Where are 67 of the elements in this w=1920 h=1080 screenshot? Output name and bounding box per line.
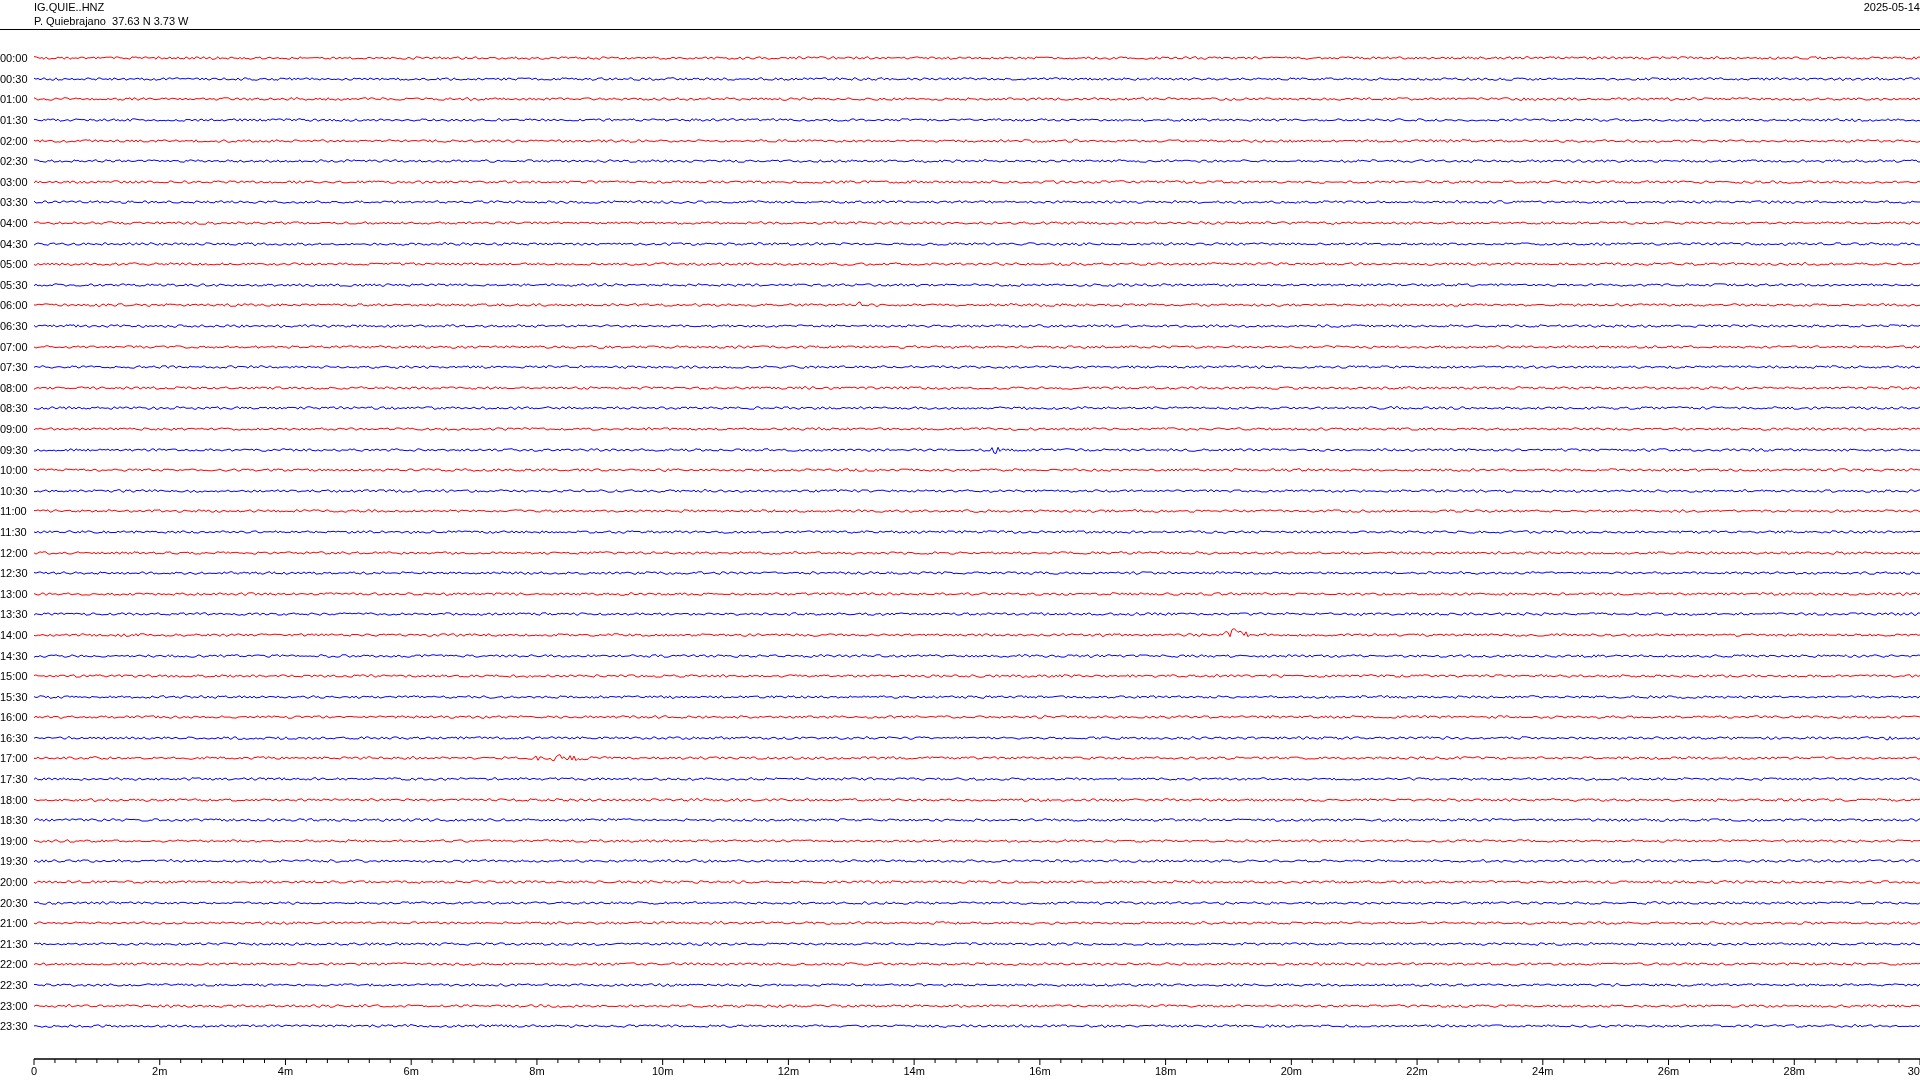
axis-tick-label: 28m bbox=[1783, 1064, 1805, 1077]
row-time-label: 23:00 bbox=[0, 999, 29, 1012]
row-time-label: 05:30 bbox=[0, 278, 29, 291]
axis-tick-label: 26m bbox=[1657, 1064, 1680, 1077]
row-time-label: 00:00 bbox=[0, 52, 29, 65]
row-time-label: 04:30 bbox=[0, 237, 29, 250]
row-time-label: 16:00 bbox=[0, 711, 29, 724]
axis-tick-label: 0 bbox=[30, 1064, 38, 1077]
row-time-label: 14:00 bbox=[0, 628, 29, 641]
row-time-label: 03:30 bbox=[0, 196, 29, 209]
axis-tick-label: 20m bbox=[1280, 1064, 1303, 1077]
axis-tick-label: 18m bbox=[1154, 1064, 1177, 1077]
row-time-label: 03:00 bbox=[0, 175, 29, 188]
row-time-label: 11:30 bbox=[0, 525, 28, 538]
row-time-label: 01:00 bbox=[0, 93, 29, 106]
row-time-label: 06:30 bbox=[0, 320, 29, 332]
row-time-label: 21:00 bbox=[0, 917, 29, 930]
row-time-label: 22:00 bbox=[0, 958, 29, 971]
row-time-label: 23:30 bbox=[0, 1020, 29, 1033]
row-time-label: 11:00 bbox=[0, 505, 28, 518]
row-time-label: 01:30 bbox=[0, 114, 29, 127]
row-time-label: 09:00 bbox=[0, 423, 29, 435]
row-time-label: 20:00 bbox=[0, 876, 29, 889]
row-time-label: 17:30 bbox=[0, 773, 29, 786]
row-time-label: 02:30 bbox=[0, 155, 29, 168]
row-time-label: 13:00 bbox=[0, 587, 29, 600]
row-time-label: 19:30 bbox=[0, 855, 29, 868]
axis-tick-label: 14m bbox=[903, 1064, 925, 1077]
row-time-label: 04:00 bbox=[0, 217, 29, 230]
row-time-label: 22:30 bbox=[0, 979, 29, 991]
axis-tick-label: 22m bbox=[1406, 1064, 1428, 1077]
axis-tick-label: 4m bbox=[277, 1064, 294, 1077]
row-time-label: 20:30 bbox=[0, 896, 29, 909]
row-time-label: 16:30 bbox=[0, 731, 29, 744]
axis-tick-label: 6m bbox=[403, 1064, 419, 1077]
row-time-label: 02:00 bbox=[0, 134, 29, 147]
date-label: 2025-05-14 bbox=[1863, 0, 1920, 14]
row-time-label: 10:30 bbox=[0, 484, 29, 497]
row-time-label: 14:30 bbox=[0, 649, 29, 662]
row-time-label: 05:00 bbox=[0, 258, 29, 271]
row-time-label: 10:00 bbox=[0, 464, 29, 477]
row-time-label: 12:30 bbox=[0, 567, 29, 580]
axis-tick-label: 2m bbox=[152, 1064, 168, 1077]
axis-tick-label: 16m bbox=[1029, 1064, 1051, 1077]
axis-tick-label: 10m bbox=[651, 1064, 674, 1077]
axis-tick-label: 30 bbox=[1907, 1064, 1920, 1077]
row-time-label: 09:30 bbox=[0, 443, 29, 456]
row-time-label: 17:00 bbox=[0, 752, 29, 765]
row-time-label: 21:30 bbox=[0, 937, 29, 950]
channel-code: IG.QUIE..HNZ bbox=[34, 0, 106, 14]
row-time-label: 06:00 bbox=[0, 299, 29, 312]
row-time-label: 15:30 bbox=[0, 690, 29, 703]
row-time-label: 18:30 bbox=[0, 814, 29, 827]
row-time-label: 00:30 bbox=[0, 72, 29, 85]
row-time-label: 13:30 bbox=[0, 608, 29, 621]
row-time-label: 08:30 bbox=[0, 402, 29, 415]
axis-tick-label: 24m bbox=[1532, 1064, 1554, 1077]
row-time-label: 08:00 bbox=[0, 381, 29, 394]
row-time-label: 15:00 bbox=[0, 670, 29, 683]
row-time-label: 07:00 bbox=[0, 340, 29, 353]
row-time-label: 07:30 bbox=[0, 361, 29, 374]
station-info: P. Quiebrajano 37.63 N 3.73 W bbox=[34, 14, 189, 28]
axis-tick-label: 12m bbox=[777, 1064, 800, 1077]
row-time-label: 19:00 bbox=[0, 834, 29, 847]
row-time-label: 12:00 bbox=[0, 546, 29, 559]
axis-tick-label: 8m bbox=[529, 1064, 545, 1077]
row-time-label: 18:00 bbox=[0, 793, 29, 806]
